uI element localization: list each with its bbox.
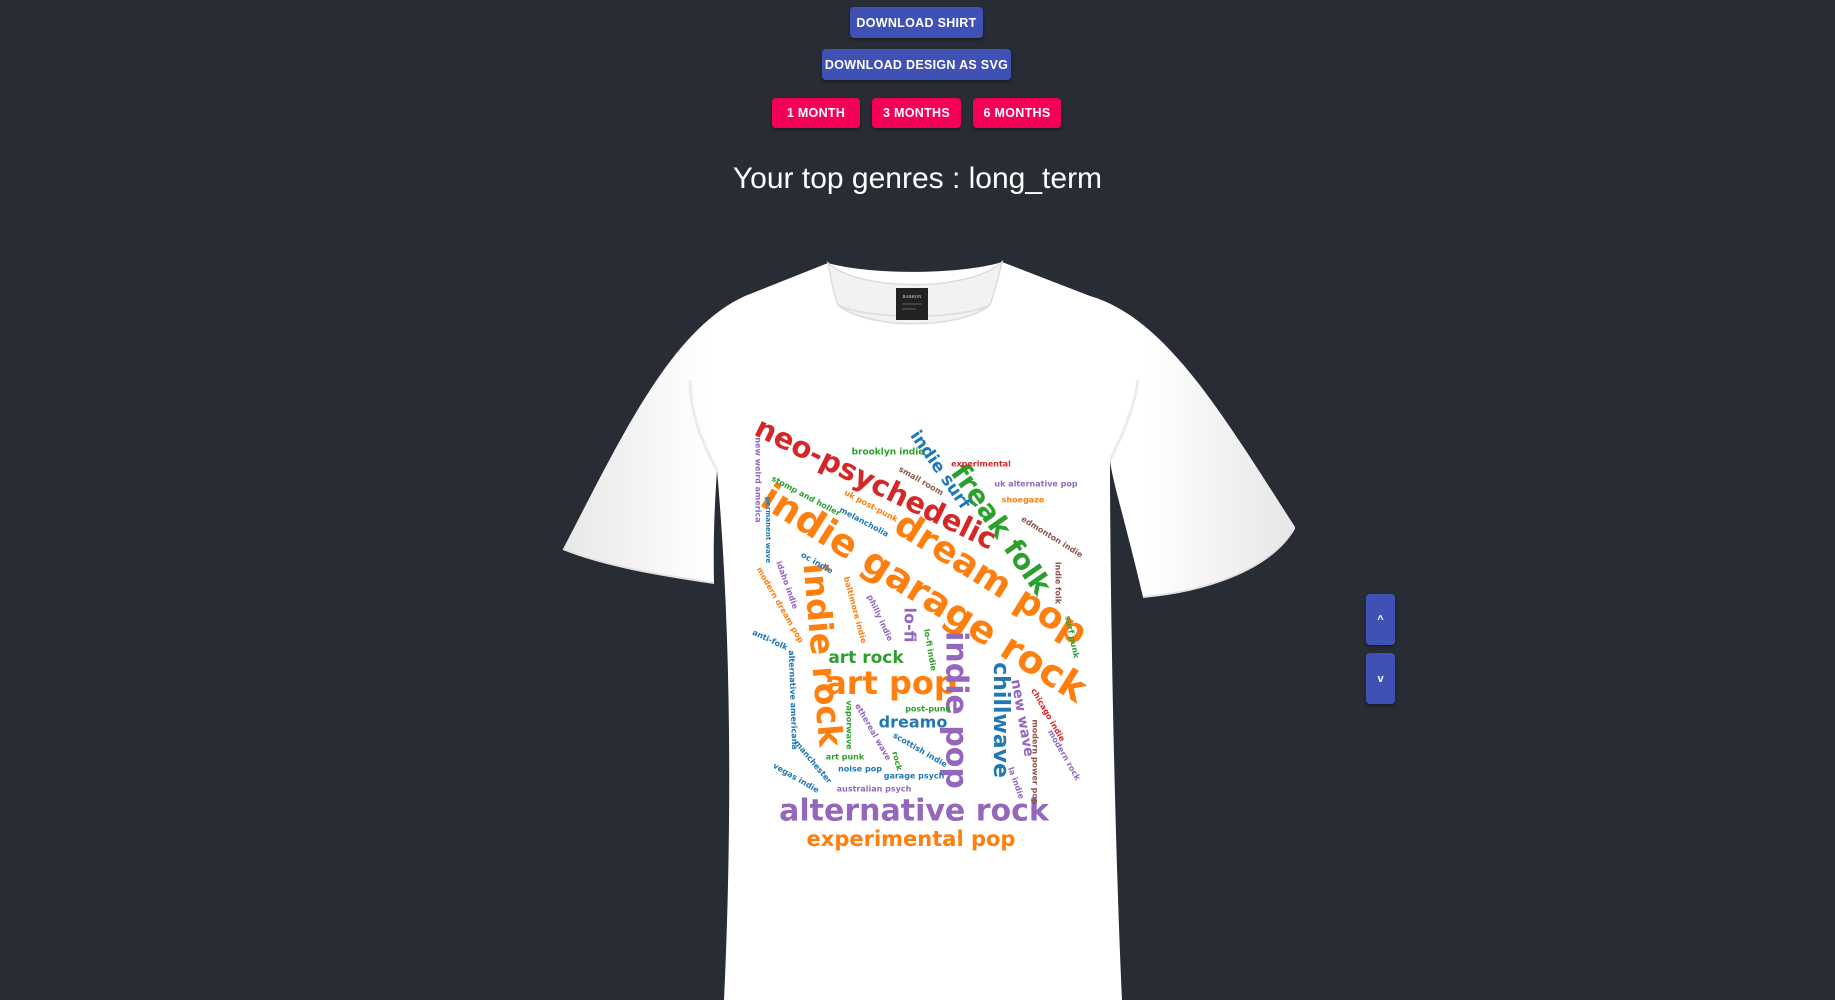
three-months-button[interactable]: 3 MONTHS — [872, 98, 961, 128]
genre-word: new weird america — [754, 437, 763, 522]
genre-word: dreamo — [879, 713, 948, 732]
scroll-down-button[interactable]: v — [1366, 653, 1395, 704]
one-month-button[interactable]: 1 MONTH — [772, 98, 860, 128]
page-heading: Your top genres : long_term — [732, 162, 1103, 195]
genre-word: brooklyn indie — [852, 448, 925, 458]
genre-word: experimental — [951, 460, 1011, 469]
genre-word: vaporwave — [845, 700, 854, 750]
genre-word: art punk — [826, 753, 865, 762]
genre-word: experimental pop — [807, 827, 1016, 851]
genre-word: permanent wave — [764, 497, 772, 563]
tshirt-image: BARRON neo-psychedelicindie garage rockd… — [562, 259, 1295, 1000]
genre-word: post-punk — [905, 705, 951, 714]
genre-word: art rock — [828, 648, 904, 668]
scroll-up-button[interactable]: ^ — [1366, 594, 1395, 645]
download-shirt-button[interactable]: DOWNLOAD SHIRT — [850, 7, 983, 38]
genre-word: alternative rock — [779, 794, 1050, 829]
genre-word: noise pop — [838, 765, 882, 774]
genre-word: indie folk — [1054, 562, 1063, 605]
genre-word: uk alternative pop — [994, 480, 1077, 489]
six-months-button[interactable]: 6 MONTHS — [973, 98, 1061, 128]
genre-word: lo-fi — [901, 608, 920, 643]
genre-word: garage psych — [884, 772, 945, 781]
genre-word: chillwave — [988, 662, 1013, 778]
genre-word: modern power pop — [1031, 719, 1040, 804]
genre-word: shoegaze — [1002, 496, 1045, 505]
download-design-svg-button[interactable]: DOWNLOAD DESIGN AS SVG — [822, 49, 1011, 80]
shirt-label-text: BARRON — [903, 294, 923, 299]
genre-word: australian psych — [837, 785, 912, 794]
